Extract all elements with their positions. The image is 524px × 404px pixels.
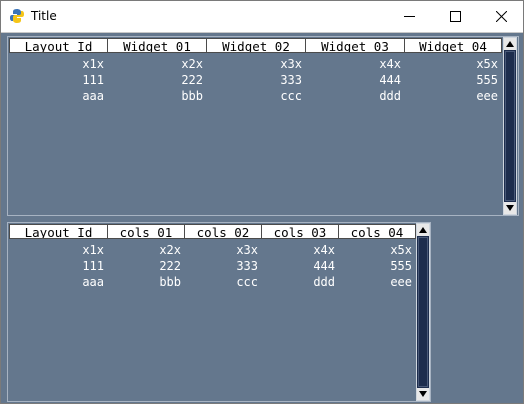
table-body: x1x x2x x3x x4x x5x 111 222 333 444 555 … <box>9 56 502 104</box>
arrow-down-icon <box>419 391 427 397</box>
scroll-up-button[interactable] <box>417 224 429 236</box>
table-cell: aaa <box>82 89 104 103</box>
table-cell: eee <box>390 275 412 289</box>
table-cell: x1x <box>82 243 104 257</box>
table-cell: bbb <box>159 275 181 289</box>
table-cell: 111 <box>82 73 104 87</box>
window-title: Title <box>31 9 57 23</box>
vertical-scrollbar[interactable] <box>416 223 430 401</box>
scroll-thumb[interactable] <box>505 51 515 201</box>
column-header-widget-03[interactable]: Widget 03 <box>306 38 405 53</box>
column-header-cols-02[interactable]: cols 02 <box>185 224 262 239</box>
column-header-widget-01[interactable]: Widget 01 <box>108 38 207 53</box>
column-header-cols-01[interactable]: cols 01 <box>108 224 185 239</box>
table-header: Layout Id cols 01 cols 02 cols 03 cols 0… <box>9 224 416 240</box>
table-row[interactable]: 111 222 333 444 555 <box>9 72 502 88</box>
table-cell: x2x <box>181 57 203 71</box>
table-cell: ddd <box>379 89 401 103</box>
table-cell: ccc <box>236 275 258 289</box>
table-cell: aaa <box>82 275 104 289</box>
table-cell: x4x <box>379 57 401 71</box>
column-header-widget-02[interactable]: Widget 02 <box>207 38 306 53</box>
widgets-table[interactable]: Layout Id Widget 01 Widget 02 Widget 03 … <box>7 36 519 216</box>
table-cell: x3x <box>236 243 258 257</box>
table-cell: eee <box>476 89 498 103</box>
table-row[interactable]: aaa bbb ccc ddd eee <box>9 274 416 290</box>
table-cell: 222 <box>181 73 203 87</box>
maximize-button[interactable] <box>432 1 478 32</box>
table-cell: 333 <box>280 73 302 87</box>
table-body: x1x x2x x3x x4x x5x 111 222 333 444 555 … <box>9 242 416 290</box>
table-cell: x1x <box>82 57 104 71</box>
table-cell: x5x <box>476 57 498 71</box>
table-row[interactable]: x1x x2x x3x x4x x5x <box>9 242 416 258</box>
table-cell: 555 <box>390 259 412 273</box>
arrow-down-icon <box>506 205 514 211</box>
table-cell: bbb <box>181 89 203 103</box>
scroll-down-button[interactable] <box>504 202 516 214</box>
title-bar[interactable]: Title <box>1 1 523 33</box>
table-cell: 222 <box>159 259 181 273</box>
table-header: Layout Id Widget 01 Widget 02 Widget 03 … <box>9 38 502 54</box>
table-cell: ddd <box>313 275 335 289</box>
table-row[interactable]: aaa bbb ccc ddd eee <box>9 88 502 104</box>
close-button[interactable] <box>478 1 524 32</box>
minimize-button[interactable] <box>386 1 432 32</box>
python-icon <box>10 9 24 23</box>
arrow-up-icon <box>419 227 427 233</box>
table-cell: x4x <box>313 243 335 257</box>
scroll-down-button[interactable] <box>417 388 429 400</box>
maximize-icon <box>450 11 461 22</box>
table-cell: 444 <box>313 259 335 273</box>
close-icon <box>496 11 507 22</box>
table-row[interactable]: x1x x2x x3x x4x x5x <box>9 56 502 72</box>
table-cell: ccc <box>280 89 302 103</box>
table-cell: 444 <box>379 73 401 87</box>
table-row[interactable]: 111 222 333 444 555 <box>9 258 416 274</box>
table-cell: 333 <box>236 259 258 273</box>
table-cell: x3x <box>280 57 302 71</box>
scroll-up-button[interactable] <box>504 38 516 50</box>
column-header-widget-04[interactable]: Widget 04 <box>405 38 502 53</box>
column-header-cols-03[interactable]: cols 03 <box>262 224 339 239</box>
table-cell: x2x <box>159 243 181 257</box>
cols-table[interactable]: Layout Id cols 01 cols 02 cols 03 cols 0… <box>7 222 431 402</box>
vertical-scrollbar[interactable] <box>503 37 517 215</box>
column-header-layout-id[interactable]: Layout Id <box>9 38 108 53</box>
minimize-icon <box>404 16 415 17</box>
scroll-thumb[interactable] <box>418 237 428 387</box>
arrow-up-icon <box>506 41 514 47</box>
table-cell: 111 <box>82 259 104 273</box>
column-header-layout-id[interactable]: Layout Id <box>9 224 108 239</box>
table-cell: 555 <box>476 73 498 87</box>
table-cell: x5x <box>390 243 412 257</box>
app-window: Title Layout Id Widget 01 Widget 02 Widg… <box>0 0 524 404</box>
column-header-cols-04[interactable]: cols 04 <box>339 224 416 239</box>
